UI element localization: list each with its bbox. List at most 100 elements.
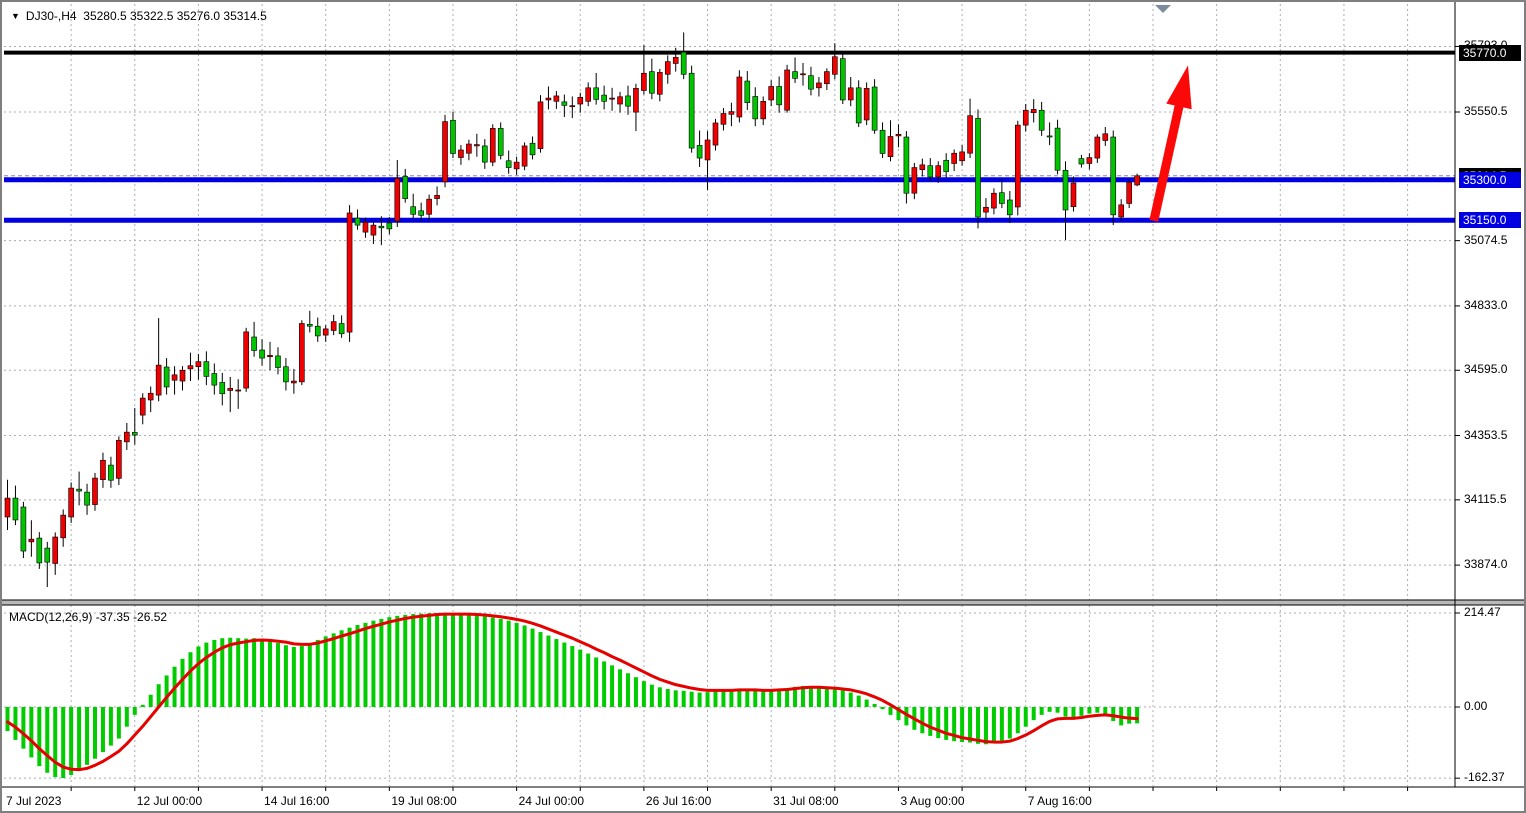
- candle[interactable]: [1031, 109, 1036, 112]
- candle[interactable]: [657, 72, 662, 94]
- candle[interactable]: [132, 432, 137, 435]
- candle[interactable]: [458, 150, 463, 158]
- candle[interactable]: [291, 381, 296, 383]
- candle[interactable]: [140, 398, 145, 415]
- candle[interactable]: [697, 145, 702, 158]
- candle[interactable]: [299, 323, 304, 381]
- candle[interactable]: [69, 488, 74, 517]
- candle[interactable]: [681, 52, 686, 74]
- candle[interactable]: [371, 225, 376, 235]
- candle[interactable]: [419, 211, 424, 216]
- candle[interactable]: [244, 332, 249, 388]
- candle[interactable]: [93, 478, 98, 504]
- candle[interactable]: [490, 128, 495, 162]
- candle[interactable]: [450, 120, 455, 153]
- candle[interactable]: [816, 83, 821, 88]
- candle[interactable]: [1135, 176, 1140, 185]
- candle[interactable]: [530, 143, 535, 155]
- candle[interactable]: [1023, 110, 1028, 125]
- candle[interactable]: [1007, 200, 1012, 215]
- candle[interactable]: [339, 323, 344, 333]
- candle[interactable]: [228, 388, 233, 390]
- candle[interactable]: [61, 515, 66, 538]
- candle[interactable]: [268, 355, 273, 356]
- candle[interactable]: [124, 432, 129, 442]
- candle[interactable]: [156, 365, 161, 395]
- candle[interactable]: [331, 322, 336, 331]
- candle[interactable]: [872, 87, 877, 130]
- candle[interactable]: [848, 88, 853, 100]
- candle[interactable]: [85, 492, 90, 505]
- candle[interactable]: [570, 106, 575, 107]
- candle[interactable]: [713, 123, 718, 145]
- candle[interactable]: [1039, 110, 1044, 130]
- candle[interactable]: [562, 102, 567, 106]
- candle[interactable]: [498, 128, 503, 155]
- candle[interactable]: [395, 178, 400, 221]
- candle[interactable]: [618, 97, 623, 104]
- candle[interactable]: [275, 356, 280, 368]
- candle[interactable]: [100, 460, 105, 479]
- candle[interactable]: [586, 88, 591, 102]
- candle[interactable]: [188, 366, 193, 369]
- candle[interactable]: [546, 98, 551, 100]
- candle[interactable]: [148, 393, 153, 400]
- candle[interactable]: [1055, 128, 1060, 170]
- candle[interactable]: [753, 96, 758, 118]
- candle[interactable]: [665, 62, 670, 75]
- candle[interactable]: [1103, 134, 1108, 141]
- candle[interactable]: [1079, 159, 1084, 164]
- candle[interactable]: [435, 195, 440, 198]
- candle[interactable]: [363, 222, 368, 232]
- candle[interactable]: [920, 165, 925, 170]
- candle[interactable]: [1119, 205, 1124, 217]
- candle[interactable]: [554, 96, 559, 101]
- candle[interactable]: [29, 539, 34, 542]
- candle[interactable]: [896, 134, 901, 136]
- candle[interactable]: [761, 101, 766, 119]
- candle[interactable]: [514, 162, 519, 169]
- candle[interactable]: [991, 193, 996, 208]
- candle[interactable]: [355, 218, 360, 225]
- candle[interactable]: [904, 137, 909, 193]
- candle[interactable]: [45, 548, 50, 562]
- candle[interactable]: [625, 96, 630, 106]
- candle[interactable]: [880, 130, 885, 153]
- pane-splitter[interactable]: [2, 600, 1524, 605]
- candle[interactable]: [864, 88, 869, 120]
- candle[interactable]: [983, 207, 988, 212]
- candle[interactable]: [220, 382, 225, 393]
- candle[interactable]: [53, 537, 58, 563]
- candle[interactable]: [808, 76, 813, 90]
- candle[interactable]: [960, 152, 965, 161]
- candle[interactable]: [1047, 136, 1052, 137]
- candle[interactable]: [538, 102, 543, 149]
- candle[interactable]: [578, 97, 583, 104]
- candle[interactable]: [968, 116, 973, 154]
- candle[interactable]: [594, 88, 599, 100]
- candle[interactable]: [172, 375, 177, 380]
- candle[interactable]: [474, 145, 479, 146]
- candle[interactable]: [403, 176, 408, 198]
- candle[interactable]: [323, 329, 328, 335]
- candle[interactable]: [307, 324, 312, 326]
- candle[interactable]: [944, 160, 949, 171]
- candle[interactable]: [602, 95, 607, 101]
- candle[interactable]: [610, 98, 615, 99]
- candle[interactable]: [721, 113, 726, 124]
- candle[interactable]: [77, 489, 82, 491]
- candle[interactable]: [856, 88, 861, 123]
- candle[interactable]: [116, 440, 121, 478]
- candle[interactable]: [315, 326, 320, 336]
- candle[interactable]: [379, 226, 384, 228]
- candle[interactable]: [1015, 125, 1020, 207]
- candle[interactable]: [427, 199, 432, 214]
- candle[interactable]: [1095, 137, 1100, 158]
- candle[interactable]: [936, 166, 941, 177]
- candle[interactable]: [1071, 183, 1076, 207]
- candle[interactable]: [164, 367, 169, 387]
- candle[interactable]: [506, 161, 511, 168]
- candle[interactable]: [1087, 158, 1092, 164]
- candle[interactable]: [769, 86, 774, 100]
- candle[interactable]: [196, 362, 201, 367]
